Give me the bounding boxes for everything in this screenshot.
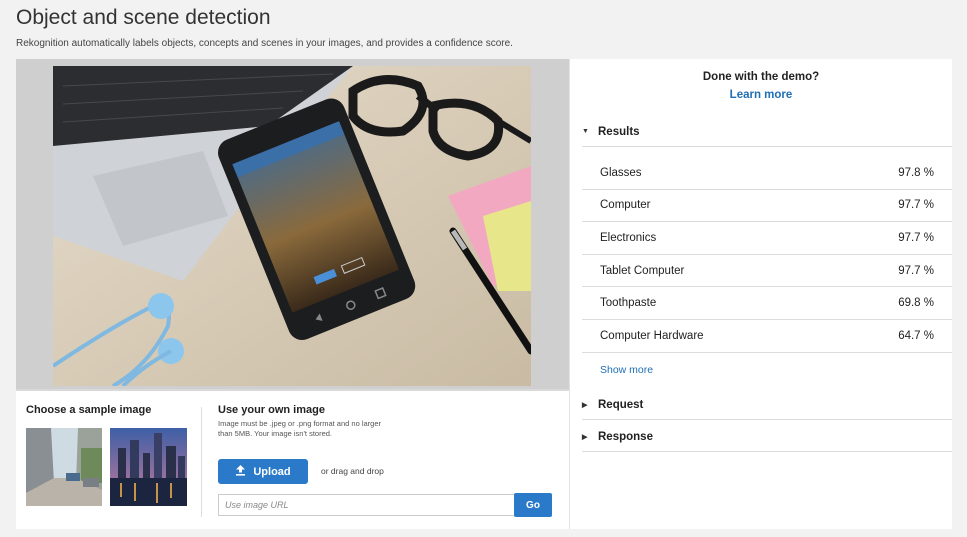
page-title: Object and scene detection <box>16 6 271 29</box>
demo-image-area <box>16 59 569 389</box>
go-button[interactable]: Go <box>514 493 552 517</box>
result-label: Electronics <box>600 231 657 244</box>
image-divider <box>16 389 569 391</box>
demo-card: Choose a sample image Use your own image… <box>16 59 952 529</box>
request-accordion-header[interactable]: ▶ Request <box>582 390 952 420</box>
drag-drop-text: or drag and drop <box>321 466 384 476</box>
page-subtitle: Rekognition automatically labels objects… <box>16 38 513 49</box>
result-confidence: 64.7 % <box>898 329 934 342</box>
result-confidence: 97.7 % <box>898 264 934 277</box>
result-label: Toothpaste <box>600 297 657 310</box>
upload-button[interactable]: Upload <box>218 459 308 484</box>
result-row: Computer 97.7 % <box>582 190 952 223</box>
results-header-label: Results <box>598 125 640 138</box>
caret-down-icon: ▼ <box>582 128 589 135</box>
result-row: Toothpaste 69.8 % <box>582 287 952 320</box>
sample-heading: Choose a sample image <box>26 404 152 416</box>
response-header-label: Response <box>598 430 653 443</box>
result-label: Tablet Computer <box>600 264 685 277</box>
request-header-label: Request <box>598 398 644 411</box>
results-panel: Done with the demo? Learn more ▼ Results… <box>569 59 952 529</box>
results-accordion-header[interactable]: ▼ Results <box>582 117 952 147</box>
demo-prompt: Done with the demo? <box>702 71 820 83</box>
result-row: Computer Hardware 64.7 % <box>582 320 952 353</box>
demo-image <box>53 66 531 386</box>
result-row: Tablet Computer 97.7 % <box>582 255 952 288</box>
upload-button-label: Upload <box>253 465 291 478</box>
upload-note: Image must be .jpeg or .png format and n… <box>218 419 382 438</box>
result-confidence: 97.8 % <box>898 166 934 179</box>
response-accordion-header[interactable]: ▶ Response <box>582 422 952 452</box>
sample-thumbnail-street[interactable] <box>26 428 102 506</box>
result-confidence: 69.8 % <box>898 297 934 310</box>
learn-more-link[interactable]: Learn more <box>570 89 952 101</box>
section-divider <box>201 407 202 517</box>
result-confidence: 97.7 % <box>898 231 934 244</box>
image-url-input[interactable] <box>218 494 514 516</box>
result-label: Computer <box>600 199 651 212</box>
result-row: Glasses 97.8 % <box>582 157 952 190</box>
result-confidence: 97.7 % <box>898 199 934 212</box>
sample-thumbnail-city[interactable] <box>110 428 187 506</box>
results-table: Glasses 97.8 % Computer 97.7 % Electroni… <box>582 157 952 353</box>
result-row: Electronics 97.7 % <box>582 222 952 255</box>
caret-right-icon: ▶ <box>582 433 588 441</box>
upload-section: Use your own image Image must be .jpeg o… <box>218 404 558 517</box>
sample-section: Choose a sample image <box>26 404 187 506</box>
show-more-link[interactable]: Show more <box>600 364 653 376</box>
upload-heading: Use your own image <box>218 404 325 416</box>
upload-icon <box>235 464 246 479</box>
result-label: Glasses <box>600 166 642 179</box>
result-label: Computer Hardware <box>600 329 704 342</box>
caret-right-icon: ▶ <box>582 401 588 409</box>
